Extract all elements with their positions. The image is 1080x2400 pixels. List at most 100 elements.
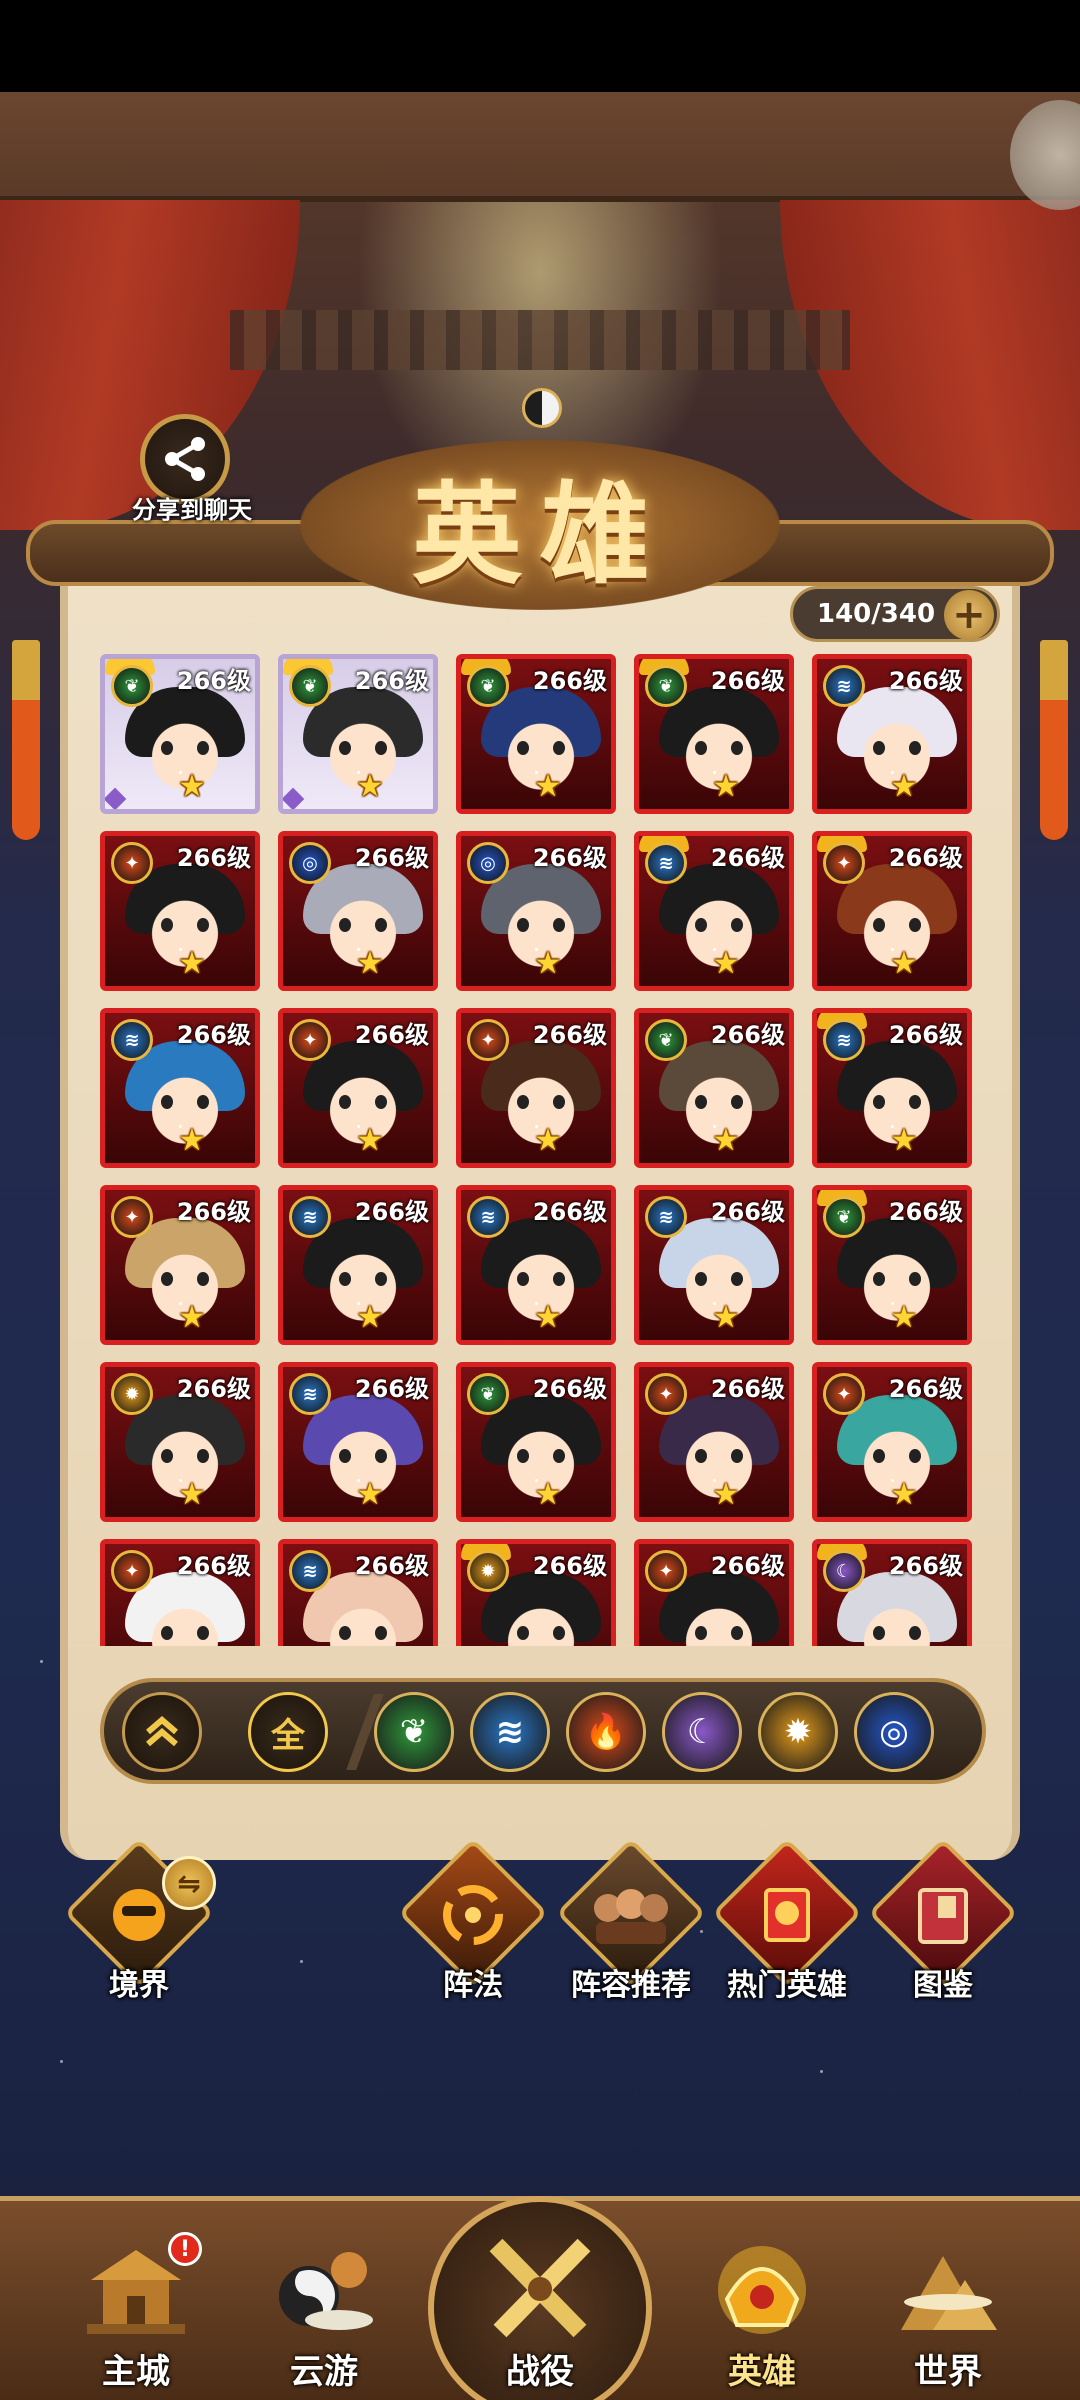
- warriors-icon: [556, 1870, 706, 1960]
- nav-travel-label: 云游: [290, 2352, 358, 2392]
- star-icon: ★: [356, 1123, 384, 1158]
- hero-eye: [553, 1626, 565, 1640]
- hero-eye: [197, 1449, 209, 1463]
- hero-card[interactable]: ◎ 266级 ★ ★ ★ ★ ★: [278, 831, 438, 991]
- hero-card[interactable]: ◎ 266级 ★ ★ ★ ★ ★: [456, 831, 616, 991]
- hero-eye: [695, 918, 707, 932]
- hero-grid[interactable]: ❦ 266级 ★ ★ ★ ★ ★ ❦ 266级 ★ ★ ★ ★ ★ ❦ 266级 ★ ★ ★ ★ ★ ❦ 266级 ★ ★ ★ ★ ★…: [100, 650, 980, 1646]
- filter-wood-element-icon[interactable]: ❦: [374, 1692, 454, 1772]
- hero-card[interactable]: ≋ 266级 ★ ★ ★ ★: [812, 1008, 972, 1168]
- filter-light-element-icon[interactable]: ✹: [758, 1692, 838, 1772]
- hero-card[interactable]: ✦ 266级 ★ ★ ★ ★: [812, 831, 972, 991]
- wood-element-icon: ❦: [467, 665, 509, 707]
- expand-slots-button[interactable]: +: [944, 590, 994, 640]
- hero-eye: [161, 741, 173, 755]
- filter-fire-element-icon[interactable]: 🔥: [566, 1692, 646, 1772]
- hero-eye: [339, 1095, 351, 1109]
- star-icon: ★: [712, 1300, 740, 1335]
- nav-battle[interactable]: 战役: [450, 2210, 630, 2400]
- hero-card[interactable]: ✦266级★★★: [812, 1362, 972, 1522]
- hero-eye: [375, 741, 387, 755]
- hero-star-rating: ★ ★ ★ ★ ★: [105, 948, 255, 980]
- wood-element-icon: ❦: [645, 665, 687, 707]
- star-icon: ★: [178, 1123, 206, 1158]
- star-dot: [820, 2070, 823, 2073]
- hero-card[interactable]: ✦266级★★★: [100, 1539, 260, 1646]
- star-icon: ★: [356, 946, 384, 981]
- star-icon: ★: [178, 1477, 206, 1512]
- nav-world[interactable]: 世界: [858, 2210, 1038, 2400]
- hero-card[interactable]: ❦ 266级 ★ ★ ★ ★ ★: [100, 654, 260, 814]
- hero-level: 266级: [532, 667, 607, 695]
- hero-eye: [517, 1272, 529, 1286]
- hero-level: 266级: [710, 667, 785, 695]
- wind-element-icon: ◎: [467, 842, 509, 884]
- hero-eye: [339, 918, 351, 932]
- hero-level: 266级: [888, 1552, 963, 1580]
- filter-all-label: 全: [271, 1715, 305, 1756]
- hero-card[interactable]: ≋266级★★★: [278, 1539, 438, 1646]
- heroes-helmet-icon: [702, 2230, 822, 2350]
- hero-card[interactable]: ☾266级★★★: [812, 1539, 972, 1646]
- hero-level: 266级: [176, 1552, 251, 1580]
- hero-card[interactable]: ≋266级★★★: [278, 1362, 438, 1522]
- tassel-left: [12, 640, 40, 840]
- hero-level: 266级: [532, 1021, 607, 1049]
- hero-star-rating: ★ ★ ★ ★ ★: [817, 771, 967, 803]
- hero-star-rating: ★ ★ ★: [817, 1302, 967, 1334]
- hero-star-rating: ★ ★ ★: [105, 1479, 255, 1511]
- hero-card[interactable]: ✦266级★★★: [634, 1362, 794, 1522]
- fire-element-icon: ✦: [823, 1373, 865, 1415]
- light-element-icon: ✹: [467, 1550, 509, 1592]
- star-icon: ★: [356, 769, 384, 804]
- nav-heroes[interactable]: 英雄: [672, 2210, 852, 2400]
- share-label[interactable]: 分享到聊天: [112, 490, 272, 525]
- hero-card[interactable]: ❦ 266级 ★ ★ ★: [812, 1185, 972, 1345]
- switch-icon[interactable]: ⇋: [162, 1856, 216, 1910]
- hero-card[interactable]: ✹266级★★★: [456, 1539, 616, 1646]
- hero-card[interactable]: ≋ 266级 ★ ★ ★ ★: [100, 1008, 260, 1168]
- hero-card[interactable]: ≋ 266级 ★ ★ ★ ★: [278, 1185, 438, 1345]
- hero-card[interactable]: ✦266级★★★: [634, 1539, 794, 1646]
- hero-eye: [553, 1449, 565, 1463]
- hero-card[interactable]: ≋ 266级 ★ ★ ★ ★ ★: [812, 654, 972, 814]
- hero-eye: [731, 1095, 743, 1109]
- star-icon: ★: [890, 769, 918, 804]
- hero-eye: [909, 1095, 921, 1109]
- star-icon: ★: [178, 1300, 206, 1335]
- hero-level: 266级: [532, 844, 607, 872]
- share-icon: [165, 437, 205, 481]
- nav-heroes-label: 英雄: [728, 2352, 796, 2392]
- codex-button[interactable]: 图鉴: [868, 1838, 1018, 2020]
- hero-card[interactable]: ≋ 266级 ★ ★ ★ ★: [634, 831, 794, 991]
- fire-element-icon: ✦: [111, 1550, 153, 1592]
- nav-travel[interactable]: 云游: [234, 2210, 414, 2400]
- filter-dark-element-icon[interactable]: ☾: [662, 1692, 742, 1772]
- hero-card[interactable]: ≋ 266级 ★ ★ ★ ★: [456, 1185, 616, 1345]
- hero-star-rating: ★ ★ ★ ★: [105, 1302, 255, 1334]
- filter-all-button[interactable]: 全: [248, 1692, 328, 1772]
- hero-card[interactable]: ❦ 266级 ★ ★ ★ ★ ★: [456, 654, 616, 814]
- hero-card[interactable]: ✹266级★★★: [100, 1362, 260, 1522]
- filter-water-element-icon[interactable]: ≋: [470, 1692, 550, 1772]
- hero-card[interactable]: ❦ 266级 ★ ★ ★ ★ ★: [634, 654, 794, 814]
- hero-card[interactable]: ❦ 266级 ★ ★ ★ ★ ★: [278, 654, 438, 814]
- hero-card[interactable]: ❦ 266级 ★ ★ ★: [456, 1362, 616, 1522]
- hero-card[interactable]: ❦ 266级 ★ ★ ★ ★: [634, 1008, 794, 1168]
- hero-eye: [197, 1272, 209, 1286]
- hero-card[interactable]: ✦ 266级 ★ ★ ★ ★: [278, 1008, 438, 1168]
- hero-eye: [873, 741, 885, 755]
- collapse-filter-button[interactable]: [122, 1692, 202, 1772]
- hero-star-rating: ★ ★ ★: [461, 1479, 611, 1511]
- hero-level: 266级: [176, 1375, 251, 1403]
- hero-eye: [695, 1626, 707, 1640]
- hero-card[interactable]: ≋ 266级 ★ ★ ★ ★: [634, 1185, 794, 1345]
- hero-card[interactable]: ✦ 266级 ★ ★ ★ ★: [100, 1185, 260, 1345]
- realm-label: 境界: [109, 1968, 169, 2003]
- hero-card[interactable]: ✦ 266级 ★ ★ ★ ★: [456, 1008, 616, 1168]
- hero-eye: [339, 1272, 351, 1286]
- hero-star-rating: ★ ★ ★ ★ ★: [283, 771, 433, 803]
- hero-card[interactable]: ✦ 266级 ★ ★ ★ ★ ★: [100, 831, 260, 991]
- star-icon: ★: [712, 1123, 740, 1158]
- filter-wind-element-icon[interactable]: ◎: [854, 1692, 934, 1772]
